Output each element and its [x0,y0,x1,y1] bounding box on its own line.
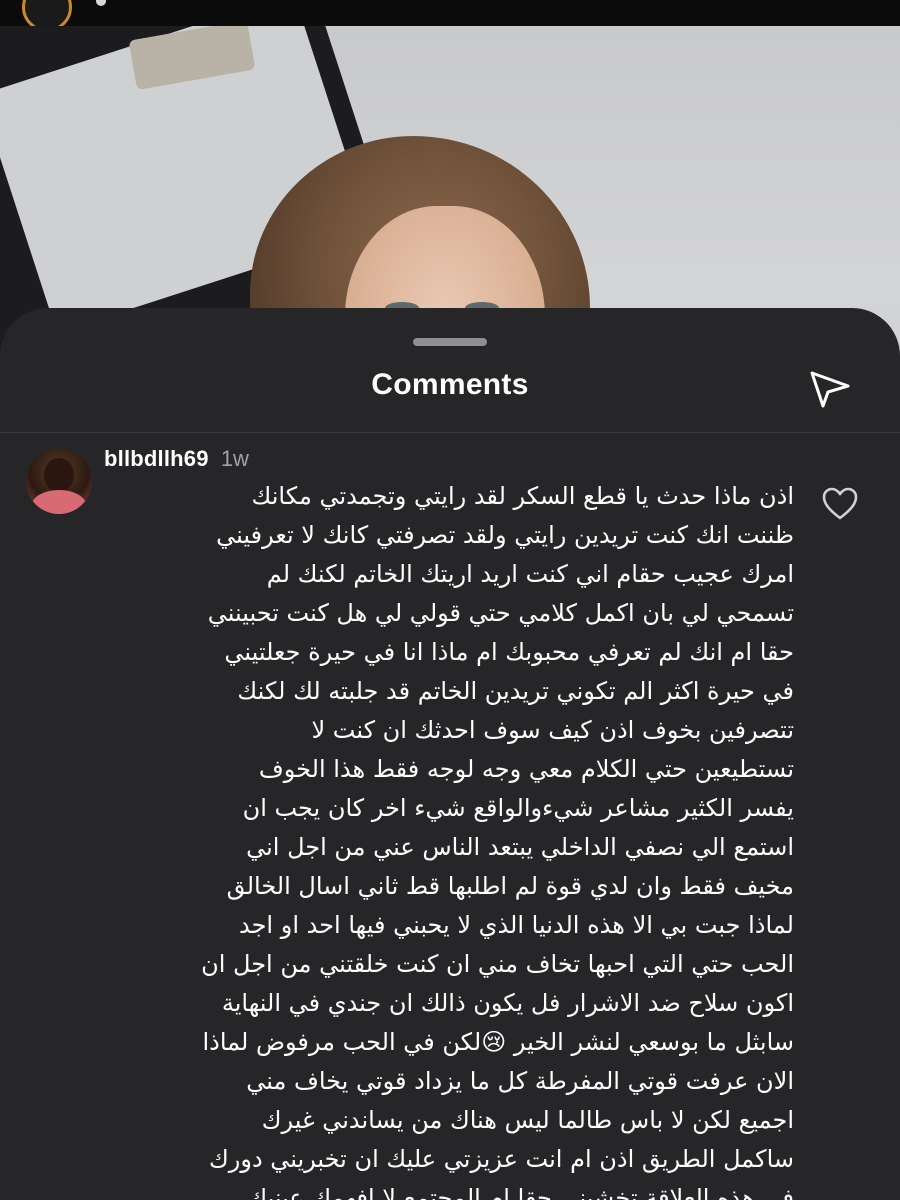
comment-time: 1w [220,446,249,471]
avatar-head-shape [44,458,74,492]
comments-sheet: Comments bllbdllh69 1w اذن ماذا حدث يا ق… [0,308,900,1200]
avatar-body-shape [32,490,86,514]
comment-header: bllbdllh69 1w [104,446,249,472]
paper-plane-icon[interactable] [806,364,854,412]
header-dot [96,0,106,6]
top-header-strip [0,0,900,32]
commenter-username[interactable]: bllbdllh69 [104,446,209,471]
comment-body: اذن ماذا حدث يا قطع السكر لقد رايتي وتجم… [201,482,794,1200]
screen: Comments bllbdllh69 1w اذن ماذا حدث يا ق… [0,0,900,1200]
heart-icon[interactable] [820,484,860,524]
commenter-avatar[interactable] [26,448,92,514]
comments-title: Comments [371,368,529,401]
header-divider [0,432,900,433]
sheet-grabber-handle[interactable] [413,338,487,346]
